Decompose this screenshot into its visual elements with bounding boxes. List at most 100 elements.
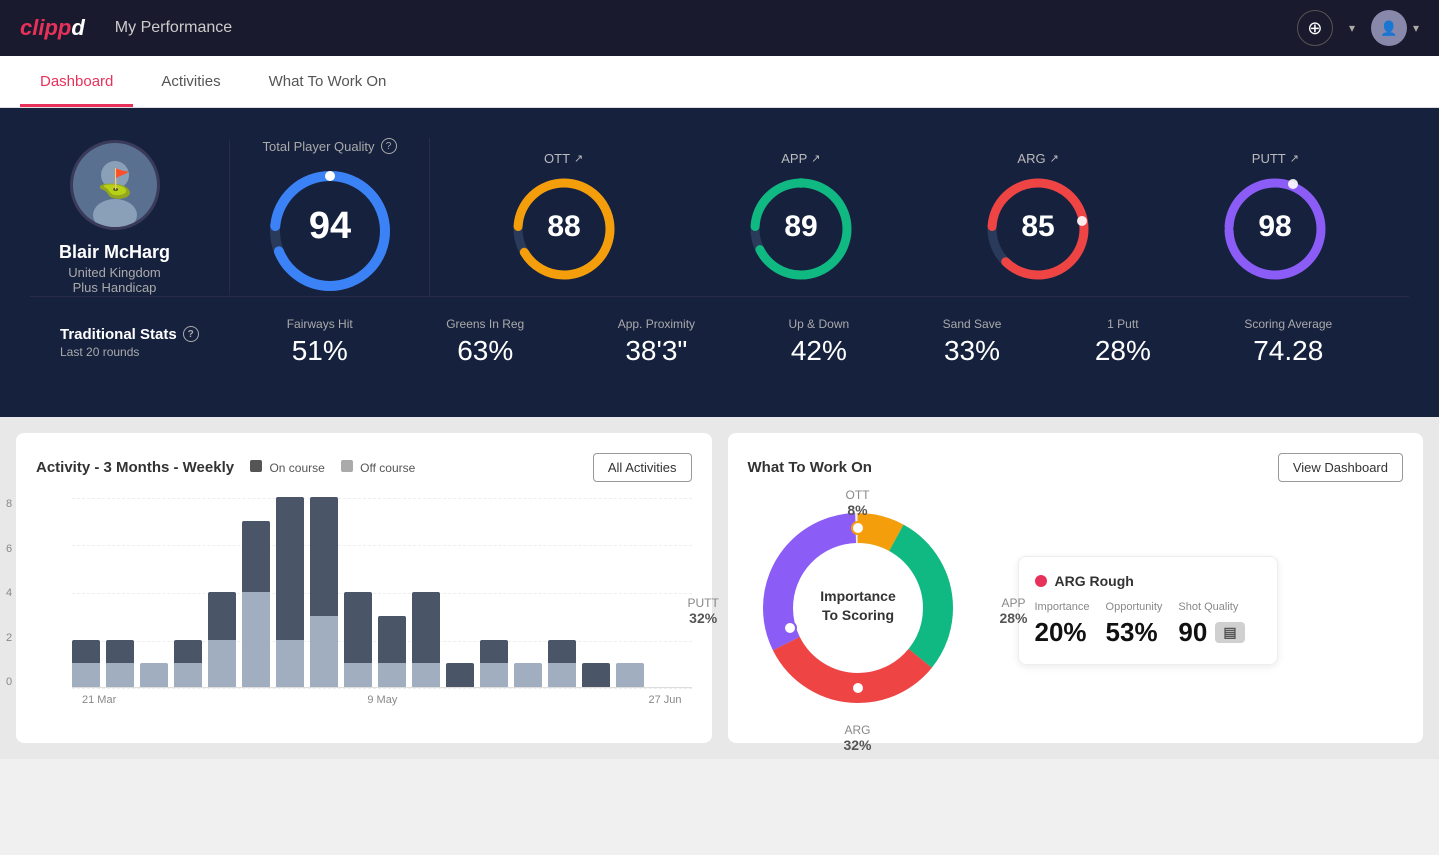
shot-quality-badge: ▤ [1215,622,1244,643]
app-gauge: 89 [746,174,856,284]
arg-label: ARG ↗ [1017,151,1058,166]
activity-bar-chart: 0 2 4 6 8 21 Mar 9 May 27 Jun [36,498,692,706]
donut-chart-area: OTT 8% PUTT 32% APP 28% ARG 32% [748,498,968,723]
svg-text:Importance: Importance [820,588,896,604]
arg-donut-label: ARG 32% [843,723,871,753]
on-course-bar [378,616,406,664]
on-course-bar [344,592,372,663]
bar-group [412,497,440,687]
bar-group [344,497,372,687]
on-course-bar [72,640,100,664]
bar-group [106,497,134,687]
player-info: ⛳ Blair McHarg United Kingdom Plus Handi… [30,140,230,295]
bar-group [480,497,508,687]
what-body: OTT 8% PUTT 32% APP 28% ARG 32% [748,498,1404,723]
tab-bar: Dashboard Activities What To Work On [0,56,1439,108]
on-course-bar [106,640,134,664]
bottom-panels: Activity - 3 Months - Weekly On course O… [0,417,1439,759]
stat-scoring-average: Scoring Average 74.28 [1244,317,1332,367]
svg-text:89: 89 [784,210,817,243]
ott-trend-icon: ↗ [574,152,583,165]
svg-text:98: 98 [1259,210,1292,243]
tab-dashboard[interactable]: Dashboard [20,59,133,107]
arg-trend-icon: ↗ [1050,152,1059,165]
putt-donut-label: PUTT 32% [688,596,719,626]
off-course-bar [480,663,508,687]
putt-label: PUTT ↗ [1252,151,1299,166]
red-dot-icon [1035,575,1047,587]
off-course-bar [616,663,644,687]
user-avatar-button[interactable]: 👤 ▾ [1371,10,1419,46]
player-name: Blair McHarg [59,242,170,263]
bar-group [140,497,168,687]
bar-group [514,497,542,687]
activity-title: Activity - 3 Months - Weekly On course O… [36,459,415,476]
svg-text:94: 94 [308,205,350,247]
bar-group [446,497,474,687]
top-nav: clippd My Performance ⊕ ▾ 👤 ▾ [0,0,1439,56]
avatar-chevron: ▾ [1413,21,1419,35]
what-panel-header: What To Work On View Dashboard [748,453,1404,482]
quality-help-icon[interactable]: ? [381,138,397,154]
player-avatar: ⛳ [70,140,160,230]
ott-donut-label: OTT 8% [846,488,870,518]
off-course-bar [140,663,168,687]
gauge-ott: OTT ↗ 88 [499,151,629,284]
total-quality-gauge: 94 [265,166,395,296]
on-course-bar [548,640,576,664]
chart-legend: On course Off course [250,460,415,475]
bar-group [548,497,576,687]
activity-chart-panel: Activity - 3 Months - Weekly On course O… [16,433,712,743]
add-chevron: ▾ [1349,21,1355,35]
putt-gauge: 98 [1220,174,1330,284]
tab-what-to-work-on[interactable]: What To Work On [249,59,407,107]
bar-group [174,497,202,687]
off-course-bar [276,640,304,688]
svg-text:To Scoring: To Scoring [821,607,893,623]
logo: clippd [20,15,85,41]
off-course-bar [548,663,576,687]
on-course-legend-dot [250,460,262,472]
avatar: 👤 [1371,10,1407,46]
opportunity-metric: Opportunity 53% [1106,601,1163,648]
off-course-bar [344,663,372,687]
off-course-bar [514,663,542,687]
trad-stats-label: Traditional Stats ? Last 20 rounds [60,326,240,359]
gauge-arg: ARG ↗ 85 [973,151,1103,284]
chart-bars-container [72,498,692,688]
chart-x-labels: 21 Mar 9 May 27 Jun [72,694,692,706]
all-activities-button[interactable]: All Activities [593,453,692,482]
bar-group [208,497,236,687]
importance-metric: Importance 20% [1035,601,1090,648]
tab-activities[interactable]: Activities [141,59,240,107]
off-course-bar [106,663,134,687]
bar-group [378,497,406,687]
add-button[interactable]: ⊕ [1297,10,1333,46]
stat-items: Fairways Hit 51% Greens In Reg 63% App. … [240,317,1379,367]
arg-rough-info-card: ARG Rough Importance 20% Opportunity 53%… [1018,556,1278,665]
what-to-work-on-panel: What To Work On View Dashboard OTT 8% PU… [728,433,1424,743]
trad-stats-help-icon[interactable]: ? [183,326,199,342]
traditional-stats: Traditional Stats ? Last 20 rounds Fairw… [30,296,1409,387]
stat-fairways-hit: Fairways Hit 51% [287,317,353,367]
nav-right: ⊕ ▾ 👤 ▾ [1297,10,1419,46]
player-handicap: Plus Handicap [73,280,157,295]
off-course-bar [412,663,440,687]
off-course-bar [310,616,338,687]
bar-group [616,497,644,687]
off-course-legend-dot [341,460,353,472]
bar-group [276,497,304,687]
gauge-app: APP ↗ 89 [736,151,866,284]
off-course-bar [378,663,406,687]
view-dashboard-button[interactable]: View Dashboard [1278,453,1403,482]
stat-1-putt: 1 Putt 28% [1095,317,1151,367]
bar-group [582,497,610,687]
gauge-putt: PUTT ↗ 98 [1210,151,1340,284]
app-donut-label: APP 28% [999,596,1027,626]
stat-app-proximity: App. Proximity 38'3" [618,317,695,367]
activity-panel-header: Activity - 3 Months - Weekly On course O… [36,453,692,482]
on-course-bar [208,592,236,640]
stat-sand-save: Sand Save 33% [943,317,1002,367]
info-card-metrics: Importance 20% Opportunity 53% Shot Qual… [1035,601,1261,648]
off-course-bar [174,663,202,687]
